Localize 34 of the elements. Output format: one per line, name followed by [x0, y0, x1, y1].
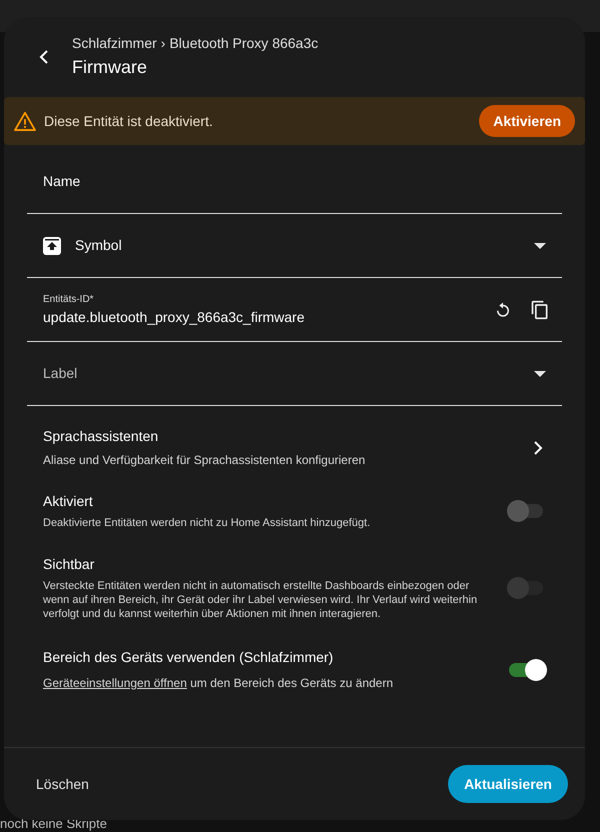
input-field[interactable]: Entitäts-ID* update.bluetooth_proxy_866a3c_firmware [27, 278, 562, 342]
delete-button[interactable]: Löschen [24, 766, 101, 802]
setting-title: Sprachassistenten [43, 427, 160, 446]
setting-title: Sichtbar [43, 555, 96, 574]
setting-title: Bereich des Geräts verwenden (Schlafzimmer) [43, 648, 334, 667]
breadcrumb-item[interactable]: Schlafzimmer [72, 33, 157, 54]
field-label: Label [43, 364, 78, 383]
dialog-title: Firmware [72, 56, 148, 79]
warning-message: Diese Entität ist deaktiviert. [44, 112, 214, 130]
setting-description: Deaktivierte Entitäten werden nicht zu Home Assistant hinzugefügt. [43, 516, 372, 530]
breadcrumb-item[interactable]: Bluetooth Proxy 866a3c [169, 33, 318, 54]
device-settings-link[interactable]: Geräteeinstellungen öffnen [43, 676, 187, 690]
field-value: update.bluetooth_proxy_866a3c_firmware [43, 308, 306, 327]
warning-icon [14, 111, 36, 131]
dropdown-caret-icon [534, 242, 546, 248]
field-label: Entitäts-ID* [43, 292, 95, 306]
field-label: Name [43, 172, 80, 191]
setting-description: um den Bereich des Geräts zu ändern [190, 676, 394, 690]
input-field[interactable]: Name [27, 150, 562, 214]
input-field[interactable]: Symbol [27, 214, 562, 278]
field-label: Symbol [75, 236, 123, 255]
chevron-right-icon[interactable] [533, 440, 543, 454]
upload-icon [43, 236, 61, 254]
setting-title: Aktiviert [43, 492, 94, 511]
setting-description: Versteckte Entitäten werden nicht in automatisch erstellte Dashboards einbezogen oder wenn auf ihren Bereich, ihr Gerät oder ihr Label verwiesen wird. Ihr Verlauf wird weiterhin verfolgt und du kannst weiterhin über Aktionen mit ihnen interagieren. [43, 579, 478, 621]
toggle-switch[interactable] [507, 658, 545, 680]
dropdown-caret-icon [534, 370, 546, 376]
setting-description: Aliase und Verfügbarkeit für Sprachassistenten konfigurieren [43, 452, 366, 469]
activate-button[interactable]: Aktivieren [479, 105, 575, 137]
toggle-switch[interactable] [507, 500, 545, 522]
input-field[interactable]: Label [27, 342, 562, 406]
breadcrumb-separator: › [160, 34, 166, 53]
copy-icon[interactable] [530, 300, 550, 320]
reset-icon[interactable] [494, 300, 512, 318]
